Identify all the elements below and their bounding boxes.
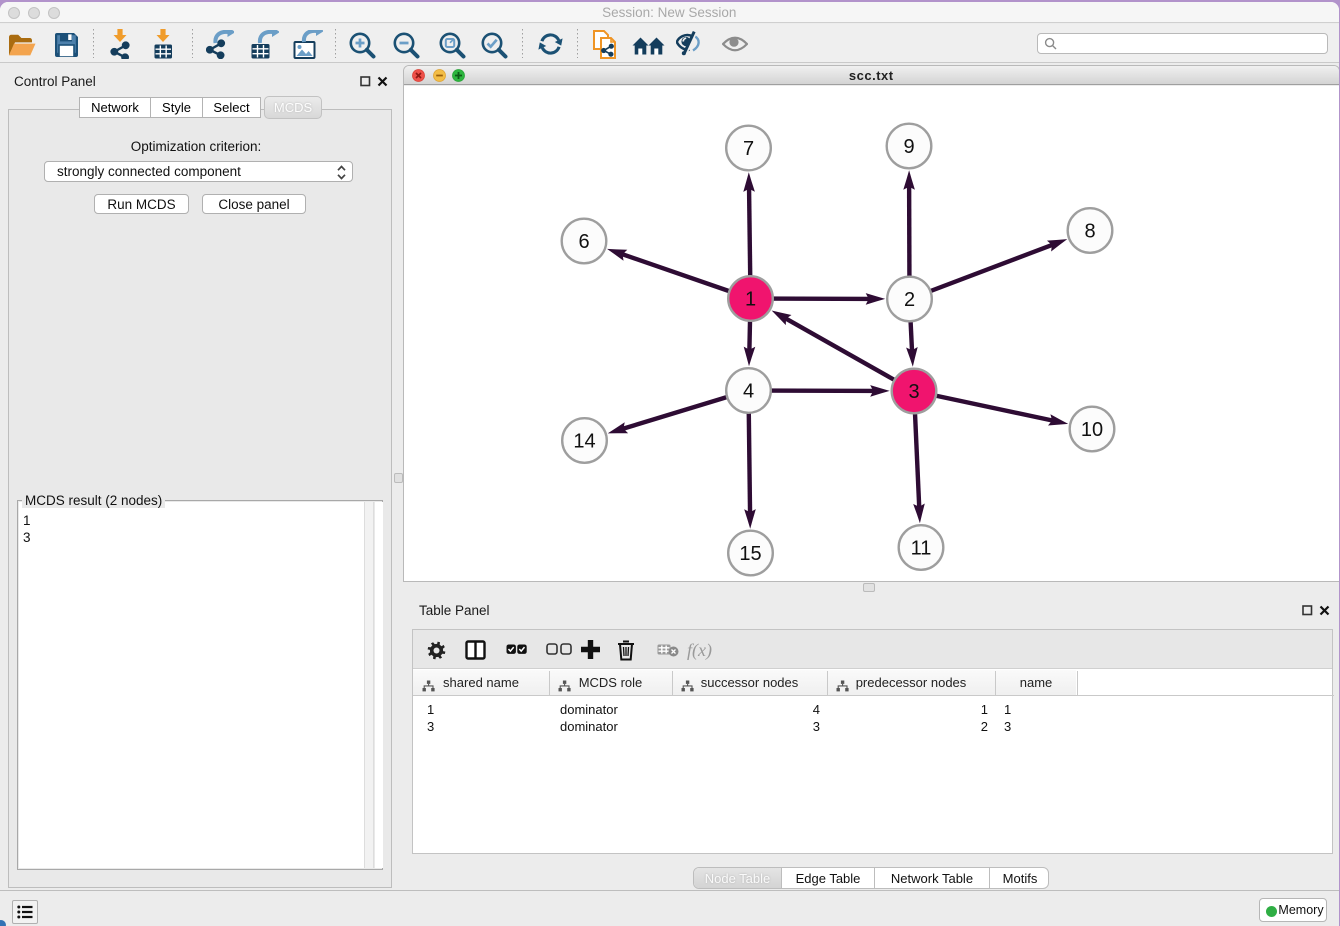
svg-text:11: 11 — [911, 537, 932, 559]
svg-text:1: 1 — [745, 288, 756, 310]
svg-text:15: 15 — [739, 543, 761, 565]
svg-text:3: 3 — [908, 381, 919, 403]
svg-text:4: 4 — [743, 380, 754, 402]
svg-text:7: 7 — [743, 138, 754, 160]
svg-text:9: 9 — [903, 136, 914, 158]
svg-text:10: 10 — [1081, 419, 1103, 441]
svg-text:8: 8 — [1084, 220, 1095, 242]
svg-text:6: 6 — [578, 231, 589, 253]
svg-text:2: 2 — [904, 289, 915, 311]
svg-text:14: 14 — [573, 430, 595, 452]
